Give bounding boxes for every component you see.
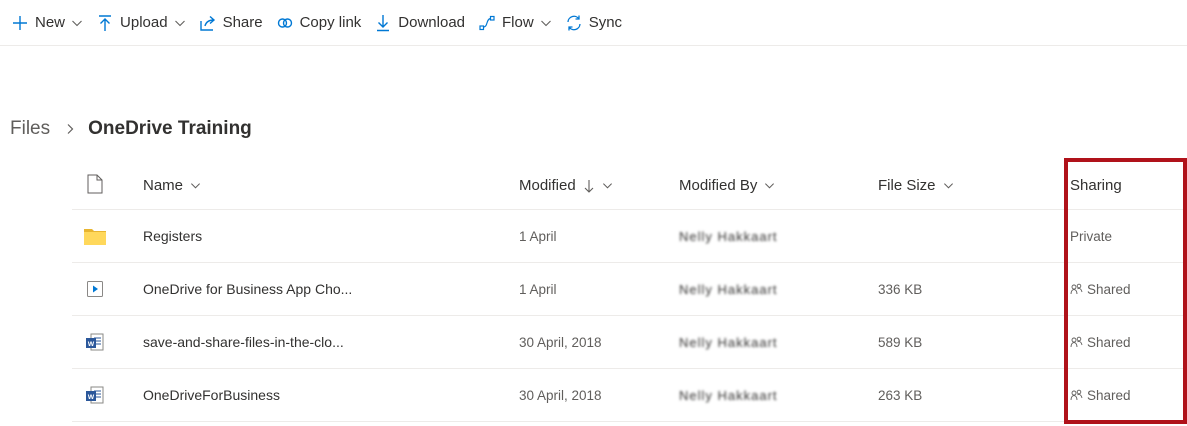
column-header-row: Name Modified Modified By File Size Shar… — [72, 162, 1187, 210]
people-icon — [1070, 283, 1083, 296]
column-sharing-label: Sharing — [1070, 177, 1122, 194]
svg-text:w: w — [87, 339, 95, 348]
column-header-file-size[interactable]: File Size — [878, 162, 954, 209]
plus-icon — [10, 13, 30, 33]
file-type-header[interactable] — [80, 162, 110, 209]
chevron-down-icon — [174, 17, 186, 29]
column-modified-by-label: Modified By — [679, 177, 758, 194]
sharing-status[interactable]: Shared — [1070, 316, 1131, 368]
chevron-down-icon — [764, 180, 775, 191]
table-row[interactable]: Registers 1 April Nelly Hakkaart Private — [72, 210, 1187, 263]
flow-icon — [477, 13, 497, 33]
share-label: Share — [222, 14, 263, 31]
file-list: Name Modified Modified By File Size Shar… — [72, 162, 1187, 422]
modified-by: Nelly Hakkaart — [679, 281, 778, 297]
breadcrumb: Files OneDrive Training — [10, 114, 252, 144]
modified-date: 30 April, 2018 — [519, 387, 602, 403]
modified-date: 1 April — [519, 281, 557, 297]
modified-by: Nelly Hakkaart — [679, 228, 778, 244]
sync-button[interactable]: Sync — [564, 7, 622, 39]
new-label: New — [35, 14, 66, 31]
chevron-down-icon — [540, 17, 552, 29]
download-label: Download — [398, 14, 466, 31]
svg-text:w: w — [87, 392, 95, 401]
file-size: 263 KB — [878, 387, 923, 403]
chevron-down-icon — [71, 17, 83, 29]
file-name[interactable]: Registers — [143, 210, 202, 262]
upload-label: Upload — [120, 14, 168, 31]
modified-by: Nelly Hakkaart — [679, 387, 778, 403]
column-modified-label: Modified — [519, 177, 576, 194]
modified-date: 30 April, 2018 — [519, 334, 602, 350]
download-button[interactable]: Download — [373, 7, 465, 39]
sharing-label: Shared — [1087, 387, 1131, 403]
modified-by: Nelly Hakkaart — [679, 334, 778, 350]
sharing-status[interactable]: Shared — [1070, 369, 1131, 421]
sync-icon — [564, 13, 584, 33]
file-name[interactable]: save-and-share-files-in-the-clo... — [143, 316, 344, 368]
word-document-icon: w — [80, 316, 110, 368]
column-header-name[interactable]: Name — [143, 162, 201, 209]
column-header-sharing[interactable]: Sharing — [1070, 162, 1122, 209]
chevron-right-icon — [64, 123, 76, 135]
people-icon — [1070, 389, 1083, 402]
copy-link-button[interactable]: Copy link — [275, 7, 362, 39]
file-size: 589 KB — [878, 334, 923, 350]
file-name[interactable]: OneDrive for Business App Cho... — [143, 263, 352, 315]
column-file-size-label: File Size — [878, 177, 936, 194]
chevron-down-icon — [602, 180, 613, 191]
folder-icon — [80, 210, 110, 262]
word-document-icon: w — [80, 369, 110, 421]
chevron-down-icon — [190, 180, 201, 191]
flow-button[interactable]: Flow — [477, 7, 552, 39]
sync-label: Sync — [588, 14, 623, 31]
people-icon — [1070, 336, 1083, 349]
share-button[interactable]: Share — [198, 7, 263, 39]
copy-link-label: Copy link — [299, 14, 362, 31]
column-header-modified-by[interactable]: Modified By — [679, 162, 775, 209]
link-icon — [275, 13, 295, 33]
modified-date: 1 April — [519, 228, 557, 244]
sharing-status[interactable]: Shared — [1070, 263, 1131, 315]
video-file-icon — [80, 263, 110, 315]
sharing-label: Shared — [1087, 334, 1131, 350]
sharing-label: Private — [1070, 228, 1113, 244]
breadcrumb-current: OneDrive Training — [88, 118, 252, 139]
flow-label: Flow — [502, 14, 534, 31]
chevron-down-icon — [943, 180, 954, 191]
column-name-label: Name — [143, 177, 184, 194]
new-button[interactable]: New — [10, 7, 83, 39]
document-icon — [87, 174, 103, 198]
table-row[interactable]: OneDrive for Business App Cho... 1 April… — [72, 263, 1187, 316]
upload-button[interactable]: Upload — [95, 7, 186, 39]
share-icon — [198, 13, 218, 33]
sharing-label: Shared — [1087, 281, 1131, 297]
sort-down-arrow-icon — [583, 179, 595, 193]
column-header-modified[interactable]: Modified — [519, 162, 613, 209]
download-icon — [373, 13, 393, 33]
breadcrumb-files[interactable]: Files — [10, 118, 50, 140]
file-size: 336 KB — [878, 281, 923, 297]
upload-icon — [95, 13, 115, 33]
sharing-status[interactable]: Private — [1070, 210, 1112, 262]
table-row[interactable]: w save-and-share-files-in-the-clo... 30 … — [72, 316, 1187, 369]
file-name[interactable]: OneDriveForBusiness — [143, 369, 280, 421]
table-row[interactable]: w OneDriveForBusiness 30 April, 2018 Nel… — [72, 369, 1187, 422]
command-bar: New Upload Share Copy link Download Flow… — [0, 0, 1187, 46]
